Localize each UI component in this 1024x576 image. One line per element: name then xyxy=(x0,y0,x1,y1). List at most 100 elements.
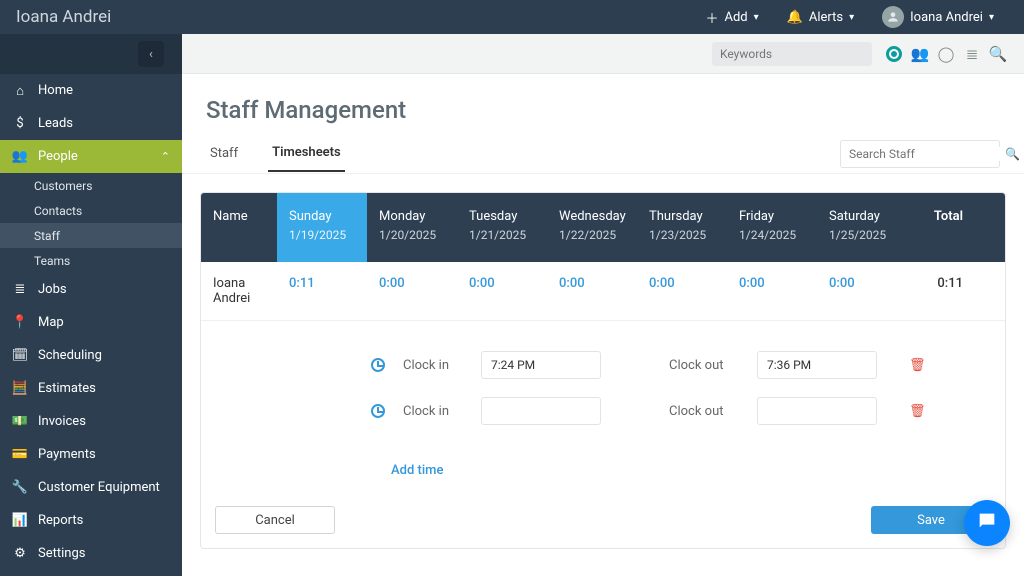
alerts-menu[interactable]: 🔔 Alerts ▾ xyxy=(773,10,868,25)
sidebar-item-scheduling[interactable]: 🗓 Scheduling xyxy=(0,339,182,372)
sidebar: ‹ ⌂ Home $ Leads 👥 People ⌃ Customers Co… xyxy=(0,34,182,576)
trash-icon[interactable]: 🗑 xyxy=(909,358,926,373)
sidebar-item-people[interactable]: 👥 People ⌃ xyxy=(0,140,182,173)
sidebar-item-jobs[interactable]: ≣ Jobs xyxy=(0,273,182,306)
clock-in-input[interactable]: 7:24 PM xyxy=(481,351,601,379)
clock-in-input[interactable] xyxy=(481,397,601,425)
keywords-input[interactable] xyxy=(712,42,872,66)
clock-in-label: Clock in xyxy=(403,404,463,419)
row-val-mon[interactable]: 0:00 xyxy=(367,262,457,320)
page-title: Staff Management xyxy=(206,96,1000,124)
dollar-icon: $ xyxy=(12,116,28,131)
search-staff[interactable]: 🔍 xyxy=(840,140,1000,168)
timesheet: Name Sunday 1/19/2025 Monday 1/20/2025 T… xyxy=(182,174,1024,549)
tab-staff[interactable]: Staff xyxy=(206,136,242,171)
col-day-wed[interactable]: Wednesday 1/22/2025 xyxy=(547,193,637,262)
sidebar-item-label: People xyxy=(38,149,78,164)
time-entries: Clock in 7:24 PM Clock out 7:36 PM 🗑 Clo… xyxy=(201,321,1005,453)
user-menu[interactable]: Ioana Andrei ▾ xyxy=(868,6,1008,28)
sidebar-item-reports[interactable]: 📊 Reports xyxy=(0,504,182,537)
gear-icon: ⚙ xyxy=(12,546,28,561)
pin-icon: 📍 xyxy=(12,315,28,330)
row-total: 0:11 xyxy=(907,262,977,320)
row-val-sat[interactable]: 0:00 xyxy=(817,262,907,320)
row-val-thu[interactable]: 0:00 xyxy=(637,262,727,320)
col-day-tue[interactable]: Tuesday 1/21/2025 xyxy=(457,193,547,262)
row-name: Ioana Andrei xyxy=(201,262,277,320)
home-icon: ⌂ xyxy=(12,83,28,99)
clock-out-input[interactable]: 7:36 PM xyxy=(757,351,877,379)
wrench-icon: 🔧 xyxy=(12,480,28,495)
list-icon[interactable]: ≣ xyxy=(964,46,980,62)
calendar-icon: 🗓 xyxy=(12,348,28,363)
row-val-wed[interactable]: 0:00 xyxy=(547,262,637,320)
alerts-label: Alerts xyxy=(809,10,843,25)
sidebar-sub-contacts[interactable]: Contacts xyxy=(0,198,182,223)
page-head: Staff Management xyxy=(182,74,1024,134)
chart-icon: 📊 xyxy=(12,513,28,528)
chevron-down-icon: ▾ xyxy=(849,12,854,23)
col-day-thu[interactable]: Thursday 1/23/2025 xyxy=(637,193,727,262)
calculator-icon: 🧮 xyxy=(12,381,28,396)
tab-timesheets[interactable]: Timesheets xyxy=(268,135,345,172)
sidebar-item-label: Invoices xyxy=(38,414,86,429)
search-icon: 🔍 xyxy=(1005,147,1020,161)
bell-icon: 🔔 xyxy=(787,10,803,25)
col-day-sat[interactable]: Saturday 1/25/2025 xyxy=(817,193,907,262)
chevron-down-icon: ▾ xyxy=(754,12,759,23)
tabs: Staff Timesheets 🔍 xyxy=(182,134,1024,174)
sidebar-item-map[interactable]: 📍 Map xyxy=(0,306,182,339)
row-val-fri[interactable]: 0:00 xyxy=(727,262,817,320)
chevron-down-icon: ▾ xyxy=(989,12,994,23)
sidebar-collapse-button[interactable]: ‹ xyxy=(138,41,164,67)
cash-icon: 💵 xyxy=(12,414,28,429)
row-val-sun[interactable]: 0:11 xyxy=(277,262,367,320)
sidebar-item-settings[interactable]: ⚙ Settings xyxy=(0,537,182,570)
sidebar-item-estimates[interactable]: 🧮 Estimates xyxy=(0,372,182,405)
clock-icon xyxy=(371,404,385,418)
sidebar-item-equipment[interactable]: 🔧 Customer Equipment xyxy=(0,471,182,504)
sidebar-sub-teams[interactable]: Teams xyxy=(0,248,182,273)
sidebar-item-home[interactable]: ⌂ Home xyxy=(0,74,182,107)
sidebar-sub-staff[interactable]: Staff xyxy=(0,223,182,248)
sidebar-sub-customers[interactable]: Customers xyxy=(0,173,182,198)
sidebar-item-label: Estimates xyxy=(38,381,96,396)
col-day-sun[interactable]: Sunday 1/19/2025 xyxy=(277,193,367,262)
cancel-button[interactable]: Cancel xyxy=(215,506,335,534)
plus-icon: ＋ xyxy=(705,8,718,27)
chat-icon xyxy=(976,510,998,536)
add-time-link[interactable]: Add time xyxy=(391,453,1005,494)
sidebar-item-payments[interactable]: 💳 Payments xyxy=(0,438,182,471)
circle-outline-icon[interactable]: ◯ xyxy=(938,46,954,62)
col-name: Name xyxy=(201,193,277,262)
card-icon: 💳 xyxy=(12,447,28,462)
timesheet-row: Ioana Andrei 0:11 0:00 0:00 0:00 0:00 0:… xyxy=(201,262,1005,321)
add-label: Add xyxy=(725,10,748,25)
sidebar-item-label: Map xyxy=(38,315,64,330)
sidebar-collapse-row: ‹ xyxy=(0,34,182,74)
target-icon[interactable] xyxy=(886,46,902,62)
sidebar-item-label: Payments xyxy=(38,447,96,462)
clock-out-label: Clock out xyxy=(669,404,739,419)
sidebar-item-label: Settings xyxy=(38,546,85,561)
add-menu[interactable]: ＋ Add ▾ xyxy=(691,8,772,27)
clock-out-input[interactable] xyxy=(757,397,877,425)
timesheet-header: Name Sunday 1/19/2025 Monday 1/20/2025 T… xyxy=(201,193,1005,262)
clock-in-label: Clock in xyxy=(403,358,463,373)
topbar: Ioana Andrei ＋ Add ▾ 🔔 Alerts ▾ Ioana An… xyxy=(0,0,1024,34)
chevron-up-icon: ⌃ xyxy=(161,150,170,163)
chat-fab[interactable] xyxy=(964,500,1010,546)
people-icon: 👥 xyxy=(12,149,28,164)
clock-out-label: Clock out xyxy=(669,358,739,373)
col-day-mon[interactable]: Monday 1/20/2025 xyxy=(367,193,457,262)
time-entry: Clock in 7:24 PM Clock out 7:36 PM 🗑 xyxy=(371,351,1005,379)
sidebar-item-invoices[interactable]: 💵 Invoices xyxy=(0,405,182,438)
sidebar-item-leads[interactable]: $ Leads xyxy=(0,107,182,140)
col-day-fri[interactable]: Friday 1/24/2025 xyxy=(727,193,817,262)
row-val-tue[interactable]: 0:00 xyxy=(457,262,547,320)
toolbar: 👥 ◯ ≣ 🔍 xyxy=(182,34,1024,74)
people-icon[interactable]: 👥 xyxy=(912,46,928,62)
search-icon[interactable]: 🔍 xyxy=(990,46,1006,62)
search-input[interactable] xyxy=(849,147,1005,161)
trash-icon[interactable]: 🗑 xyxy=(909,404,926,419)
